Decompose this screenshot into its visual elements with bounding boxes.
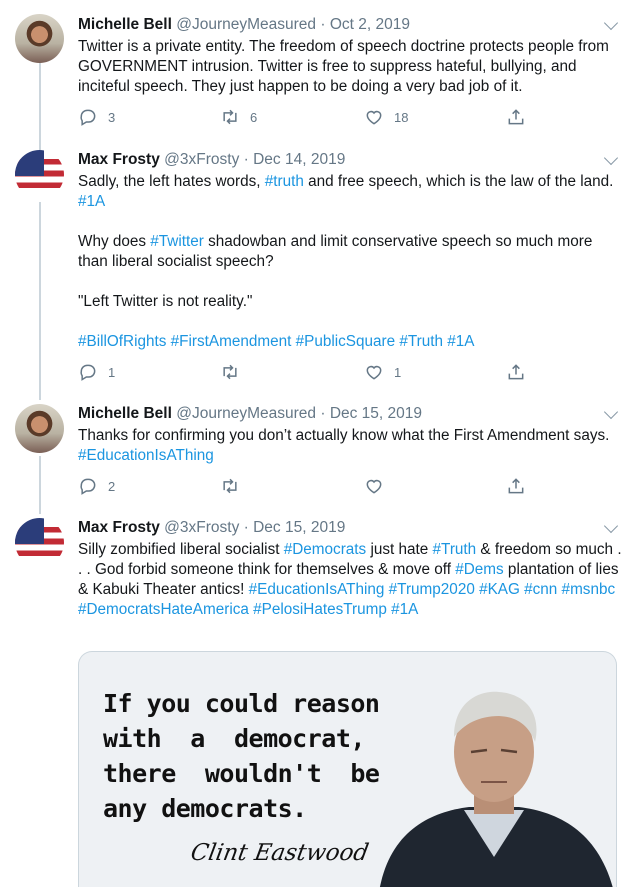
- separator: ·: [316, 16, 330, 33]
- avatar[interactable]: [15, 518, 64, 567]
- timestamp[interactable]: Dec 15, 2019: [330, 405, 422, 422]
- handle[interactable]: @3xFrosty: [164, 519, 239, 536]
- chevron-down-icon[interactable]: [603, 15, 619, 31]
- heart-icon: [366, 110, 382, 125]
- reply-count: 1: [108, 364, 116, 380]
- tweet-header: Michelle Bell @JourneyMeasured · Dec 15,…: [78, 404, 422, 424]
- like-count: 18: [394, 109, 409, 125]
- hashtag-link[interactable]: #Truth: [433, 541, 477, 558]
- thread-line: [39, 456, 41, 514]
- avatar[interactable]: [15, 14, 64, 63]
- retweet-icon: [223, 364, 237, 380]
- display-name[interactable]: Max Frosty: [78, 151, 160, 168]
- tweet-text-segment: and free speech, which is the law of the…: [303, 173, 614, 190]
- tweet-paragraph: "Left Twitter is not reality.": [78, 292, 623, 312]
- heart-icon: [366, 479, 382, 494]
- tweet-paragraph: Silly zombified liberal socialist #Democ…: [78, 540, 623, 620]
- display-name[interactable]: Max Frosty: [78, 519, 160, 536]
- hashtag-link[interactable]: #Twitter: [150, 233, 204, 250]
- tweet-text: Sadly, the left hates words, #truth and …: [78, 172, 623, 352]
- retweet-count: 6: [250, 109, 258, 125]
- action-bar: 2: [78, 476, 623, 498]
- tweet-text-segment: Silly zombified liberal socialist: [78, 541, 284, 558]
- tweet-header: Max Frosty @3xFrosty · Dec 15, 2019: [78, 518, 345, 538]
- share-icon: [508, 364, 524, 380]
- tweet-paragraph: Sadly, the left hates words, #truth and …: [78, 172, 623, 212]
- retweet-button[interactable]: 6: [220, 107, 257, 127]
- like-button[interactable]: [364, 476, 394, 496]
- retweet-icon: [223, 109, 237, 125]
- retweet-button[interactable]: [220, 476, 250, 496]
- tweet-text-segment: Thanks for confirming you don’t actually…: [78, 427, 610, 444]
- handle[interactable]: @JourneyMeasured: [176, 16, 316, 33]
- image-signature: Clint Eastwood: [188, 840, 371, 866]
- thread-line: [39, 62, 41, 152]
- retweet-icon: [223, 478, 237, 494]
- reply-button[interactable]: 2: [78, 476, 115, 496]
- share-icon: [508, 109, 524, 125]
- share-button[interactable]: [506, 107, 526, 127]
- avatar[interactable]: [15, 150, 64, 199]
- tweet-image[interactable]: If you could reason with a democrat, the…: [78, 651, 617, 887]
- reply-button[interactable]: 3: [78, 107, 115, 127]
- tweet-paragraph: Why does #Twitter shadowban and limit co…: [78, 232, 623, 272]
- handle[interactable]: @3xFrosty: [164, 151, 239, 168]
- tweet-paragraph: Thanks for confirming you don’t actually…: [78, 426, 623, 466]
- tweet-text-segment: just hate: [366, 541, 433, 558]
- image-quote-text: If you could reason with a democrat, the…: [103, 689, 380, 823]
- reply-button[interactable]: 1: [78, 362, 115, 382]
- timestamp[interactable]: Dec 14, 2019: [253, 151, 345, 168]
- tweet-text: Twitter is a private entity. The freedom…: [78, 37, 623, 97]
- action-bar: 3 6 18: [78, 107, 623, 129]
- reply-count: 3: [108, 109, 116, 125]
- chevron-down-icon[interactable]: [603, 518, 619, 534]
- avatar[interactable]: [15, 404, 64, 453]
- share-icon: [508, 478, 524, 494]
- hashtag-link[interactable]: #1A: [78, 193, 105, 210]
- thread-line: [39, 202, 41, 400]
- share-button[interactable]: [506, 362, 526, 382]
- share-button[interactable]: [506, 476, 526, 496]
- tweet-paragraph: Twitter is a private entity. The freedom…: [78, 37, 623, 97]
- tweet-text-segment: Why does: [78, 233, 151, 250]
- action-bar: 1 1: [78, 362, 623, 384]
- separator: ·: [239, 151, 254, 168]
- tweet-header: Michelle Bell @JourneyMeasured · Oct 2, …: [78, 15, 410, 35]
- timestamp[interactable]: Dec 15, 2019: [253, 519, 345, 536]
- hashtag-link[interactable]: #BillOfRights #FirstAmendment #PublicSqu…: [78, 333, 475, 350]
- timestamp[interactable]: Oct 2, 2019: [330, 16, 410, 33]
- chevron-down-icon[interactable]: [603, 150, 619, 166]
- tweet-text-segment: "Left Twitter is not reality.": [78, 293, 253, 310]
- heart-icon: [366, 365, 382, 380]
- tweet-paragraph: #BillOfRights #FirstAmendment #PublicSqu…: [78, 332, 623, 352]
- hashtag-link[interactable]: #Dems: [455, 561, 503, 578]
- hashtag-link[interactable]: #Democrats: [284, 541, 366, 558]
- tweet-header: Max Frosty @3xFrosty · Dec 14, 2019: [78, 150, 345, 170]
- reply-count: 2: [108, 478, 116, 494]
- reply-icon: [80, 109, 96, 126]
- tweet-text-segment: Twitter is a private entity. The freedom…: [78, 38, 609, 95]
- reply-icon: [80, 364, 96, 381]
- separator: ·: [316, 405, 330, 422]
- like-button[interactable]: 18: [364, 107, 408, 127]
- reply-icon: [80, 478, 96, 495]
- display-name[interactable]: Michelle Bell: [78, 405, 172, 422]
- separator: ·: [239, 519, 254, 536]
- portrait-illustration: [380, 691, 613, 887]
- tweet-text-segment: Sadly, the left hates words,: [78, 173, 265, 190]
- like-button[interactable]: 1: [364, 362, 401, 382]
- display-name[interactable]: Michelle Bell: [78, 16, 172, 33]
- handle[interactable]: @JourneyMeasured: [176, 405, 316, 422]
- chevron-down-icon[interactable]: [603, 404, 619, 420]
- hashtag-link[interactable]: #truth: [265, 173, 304, 190]
- like-count: 1: [394, 364, 402, 380]
- hashtag-link[interactable]: #EducationIsAThing: [78, 447, 214, 464]
- tweet-text: Thanks for confirming you don’t actually…: [78, 426, 623, 466]
- retweet-button[interactable]: [220, 362, 250, 382]
- tweet-text: Silly zombified liberal socialist #Democ…: [78, 540, 623, 620]
